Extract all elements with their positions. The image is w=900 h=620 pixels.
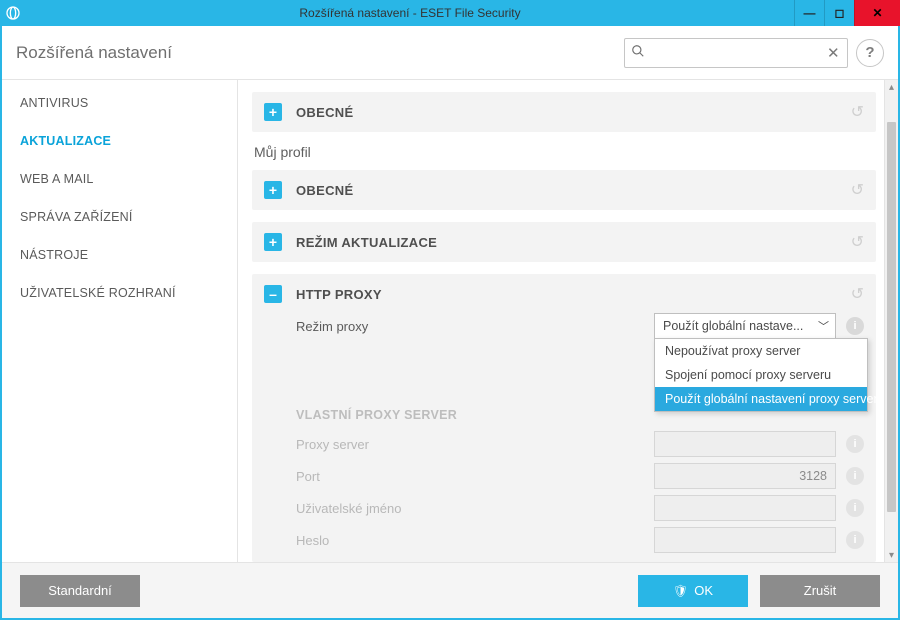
row-proxy-server: Proxy server i <box>296 428 864 460</box>
maximize-button[interactable]: ◻ <box>824 0 854 26</box>
field-label: Port <box>296 469 654 484</box>
profile-label: Můj profil <box>254 144 876 160</box>
search-icon <box>631 44 645 61</box>
shield-icon: 🛡 <box>673 584 688 598</box>
main-scroll: OBECNÉ ↺ Můj profil OBECNÉ ↺ REŽIM AKTUA… <box>238 80 884 562</box>
section-title: REŽIM AKTUALIZACE <box>296 235 851 250</box>
sidebar-item-sprava-zarizeni[interactable]: SPRÁVA ZAŘÍZENÍ <box>2 198 237 236</box>
app-logo-icon <box>0 0 26 26</box>
field-label: Uživatelské jméno <box>296 501 654 516</box>
search-input[interactable] <box>649 45 825 60</box>
section-http-proxy: HTTP PROXY ↺ Režim proxy Použít globální… <box>252 274 876 562</box>
close-button[interactable]: ✕ <box>854 0 900 26</box>
password-input <box>654 527 836 553</box>
minimize-button[interactable]: — <box>794 0 824 26</box>
cancel-button[interactable]: Zrušit <box>760 575 880 607</box>
section-body: Režim proxy Použít globální nastave... ﹀… <box>264 304 864 556</box>
reset-icon[interactable]: ↺ <box>851 102 864 122</box>
select-value: Použít globální nastave... <box>663 319 803 333</box>
standard-button[interactable]: Standardní <box>20 575 140 607</box>
dropdown-option[interactable]: Nepoužívat proxy server <box>655 339 867 363</box>
row-port: Port i <box>296 460 864 492</box>
port-input <box>654 463 836 489</box>
section-header[interactable]: HTTP PROXY ↺ <box>264 284 864 304</box>
row-username: Uživatelské jméno i <box>296 492 864 524</box>
window-controls: — ◻ ✕ <box>794 0 900 26</box>
field-label: Heslo <box>296 533 654 548</box>
window-title: Rozšířená nastavení - ESET File Security <box>26 6 794 20</box>
scroll-up-icon[interactable]: ▴ <box>885 80 898 94</box>
info-icon: i <box>846 531 864 549</box>
collapse-icon[interactable] <box>264 285 282 303</box>
section-obecne-top[interactable]: OBECNÉ ↺ <box>252 92 876 132</box>
row-password: Heslo i <box>296 524 864 556</box>
chevron-down-icon: ﹀ <box>818 318 829 334</box>
window-frame: Rozšířená nastavení ✕ ? ANTIVIRUS AKTUAL… <box>0 26 900 620</box>
sidebar-item-web-a-mail[interactable]: WEB A MAIL <box>2 160 237 198</box>
search-box[interactable]: ✕ <box>624 38 848 68</box>
sidebar-item-aktualizace[interactable]: AKTUALIZACE <box>2 122 237 160</box>
dropdown-option[interactable]: Spojení pomocí proxy serveru <box>655 363 867 387</box>
titlebar: Rozšířená nastavení - ESET File Security… <box>0 0 900 26</box>
page-title: Rozšířená nastavení <box>16 43 624 63</box>
section-title: HTTP PROXY <box>296 287 851 302</box>
ok-button[interactable]: 🛡 OK <box>638 575 748 607</box>
rezim-proxy-select[interactable]: Použít globální nastave... ﹀ <box>654 313 836 339</box>
reset-icon[interactable]: ↺ <box>851 284 864 304</box>
scrollbar[interactable]: ▴ ▾ <box>884 80 898 562</box>
expand-icon[interactable] <box>264 233 282 251</box>
ok-label: OK <box>694 583 713 598</box>
sidebar: ANTIVIRUS AKTUALIZACE WEB A MAIL SPRÁVA … <box>2 80 238 562</box>
help-button[interactable]: ? <box>856 39 884 67</box>
username-input <box>654 495 836 521</box>
main-panel: OBECNÉ ↺ Můj profil OBECNÉ ↺ REŽIM AKTUA… <box>238 80 898 562</box>
reset-icon[interactable]: ↺ <box>851 180 864 200</box>
rezim-proxy-dropdown[interactable]: Nepoužívat proxy server Spojení pomocí p… <box>654 338 868 412</box>
section-title: OBECNÉ <box>296 183 851 198</box>
scroll-down-icon[interactable]: ▾ <box>885 548 898 562</box>
header: Rozšířená nastavení ✕ ? <box>2 26 898 80</box>
sidebar-item-uzivatelske-rozhrani[interactable]: UŽIVATELSKÉ ROZHRANÍ <box>2 274 237 312</box>
proxy-server-input <box>654 431 836 457</box>
scrollbar-thumb[interactable] <box>887 122 896 512</box>
field-label: Režim proxy <box>296 319 654 334</box>
row-rezim-proxy: Režim proxy Použít globální nastave... ﹀… <box>296 310 864 342</box>
clear-search-icon[interactable]: ✕ <box>825 44 842 62</box>
footer: Standardní 🛡 OK Zrušit <box>2 562 898 618</box>
section-obecne[interactable]: OBECNÉ ↺ <box>252 170 876 210</box>
info-icon: i <box>846 467 864 485</box>
expand-icon[interactable] <box>264 103 282 121</box>
content: ANTIVIRUS AKTUALIZACE WEB A MAIL SPRÁVA … <box>2 80 898 562</box>
section-title: OBECNÉ <box>296 105 851 120</box>
info-icon[interactable]: i <box>846 317 864 335</box>
sidebar-item-nastroje[interactable]: NÁSTROJE <box>2 236 237 274</box>
expand-icon[interactable] <box>264 181 282 199</box>
sidebar-item-antivirus[interactable]: ANTIVIRUS <box>2 84 237 122</box>
section-rezim-aktualizace[interactable]: REŽIM AKTUALIZACE ↺ <box>252 222 876 262</box>
reset-icon[interactable]: ↺ <box>851 232 864 252</box>
info-icon: i <box>846 435 864 453</box>
dropdown-option-selected[interactable]: Použít globální nastavení proxy serveru <box>655 387 867 411</box>
info-icon: i <box>846 499 864 517</box>
field-label: Proxy server <box>296 437 654 452</box>
